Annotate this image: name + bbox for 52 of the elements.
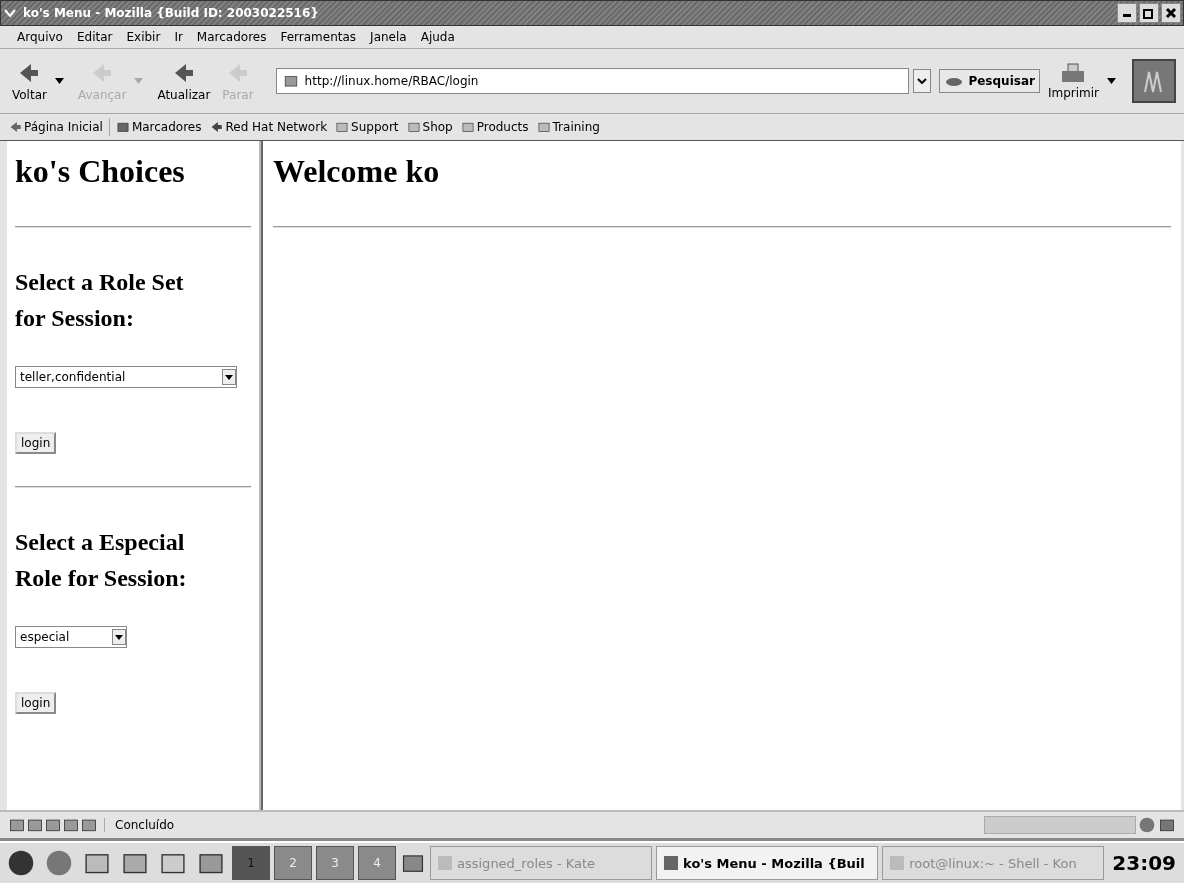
bookmark-link[interactable]: Marcadores xyxy=(111,120,206,134)
folder-icon xyxy=(406,120,421,134)
menu-item[interactable]: Ajuda xyxy=(415,30,460,44)
role-select[interactable]: teller,confidential xyxy=(15,366,237,388)
menu-item[interactable]: Ir xyxy=(169,30,188,44)
menu-item[interactable]: Exibir xyxy=(121,30,166,44)
window-icon xyxy=(663,855,680,871)
folder-icon xyxy=(335,120,350,134)
section-heading: Select a Especial Role for Session: xyxy=(15,528,188,593)
toolbar-button[interactable]: Voltar xyxy=(8,58,51,104)
bookmark-link[interactable]: Training xyxy=(532,120,604,134)
maximize-button[interactable] xyxy=(1139,3,1159,23)
mozilla-logo xyxy=(1132,59,1176,103)
caret-icon xyxy=(917,78,928,84)
caret-icon xyxy=(112,629,126,645)
login-button[interactable]: login xyxy=(15,432,57,454)
section-heading: Select a Role Set for Session: xyxy=(15,268,185,333)
maximize-icon xyxy=(1143,7,1155,19)
bookmark-link[interactable]: Support xyxy=(331,120,403,134)
caret-icon[interactable] xyxy=(1107,78,1116,84)
menu-item[interactable]: Janela xyxy=(365,30,412,44)
url-field[interactable]: http://linux.home/RBAC/login xyxy=(275,68,910,94)
caret-icon xyxy=(222,369,236,385)
window-title: ko's Menu - Mozilla {Build ID: 2003022516} xyxy=(22,6,320,20)
bookmark-link[interactable]: Products xyxy=(456,120,533,134)
folder-icon xyxy=(536,120,551,134)
printer-icon xyxy=(1061,62,1086,83)
caret-icon[interactable] xyxy=(54,78,64,84)
folder-icon xyxy=(460,120,475,134)
clock: 23:09 xyxy=(1111,851,1177,875)
bookmark-link[interactable]: Red Hat Network xyxy=(205,120,332,134)
print-button[interactable]: Imprimir xyxy=(1043,60,1103,102)
close-icon xyxy=(1165,7,1177,19)
caret-icon xyxy=(4,9,16,17)
minimize-button[interactable] xyxy=(1117,3,1137,23)
search-button[interactable]: Pesquisar xyxy=(939,69,1040,93)
taskbar-button[interactable]: ko's Menu - Mozilla {Buil xyxy=(656,846,879,880)
close-button[interactable] xyxy=(1161,3,1181,23)
menu-item[interactable]: Ferramentas xyxy=(275,30,362,44)
url-dropdown-button[interactable] xyxy=(913,69,932,93)
menu-item[interactable]: Editar xyxy=(71,30,118,44)
menu-item[interactable]: Arquivo xyxy=(12,30,68,44)
main-heading: Welcome ko xyxy=(273,153,441,190)
role-select[interactable]: especial xyxy=(15,626,127,648)
sidebar-title: ko's Choices xyxy=(15,153,186,190)
window-icon xyxy=(437,855,453,871)
menu-item[interactable]: Marcadores xyxy=(191,30,272,44)
bookmark-link[interactable]: Página Inicial xyxy=(4,120,107,134)
toolbar-button[interactable]: Atualizar xyxy=(153,58,215,104)
bookmark-link[interactable]: Shop xyxy=(402,120,457,134)
login-button[interactable]: login xyxy=(15,692,57,714)
window-icon xyxy=(889,855,906,871)
